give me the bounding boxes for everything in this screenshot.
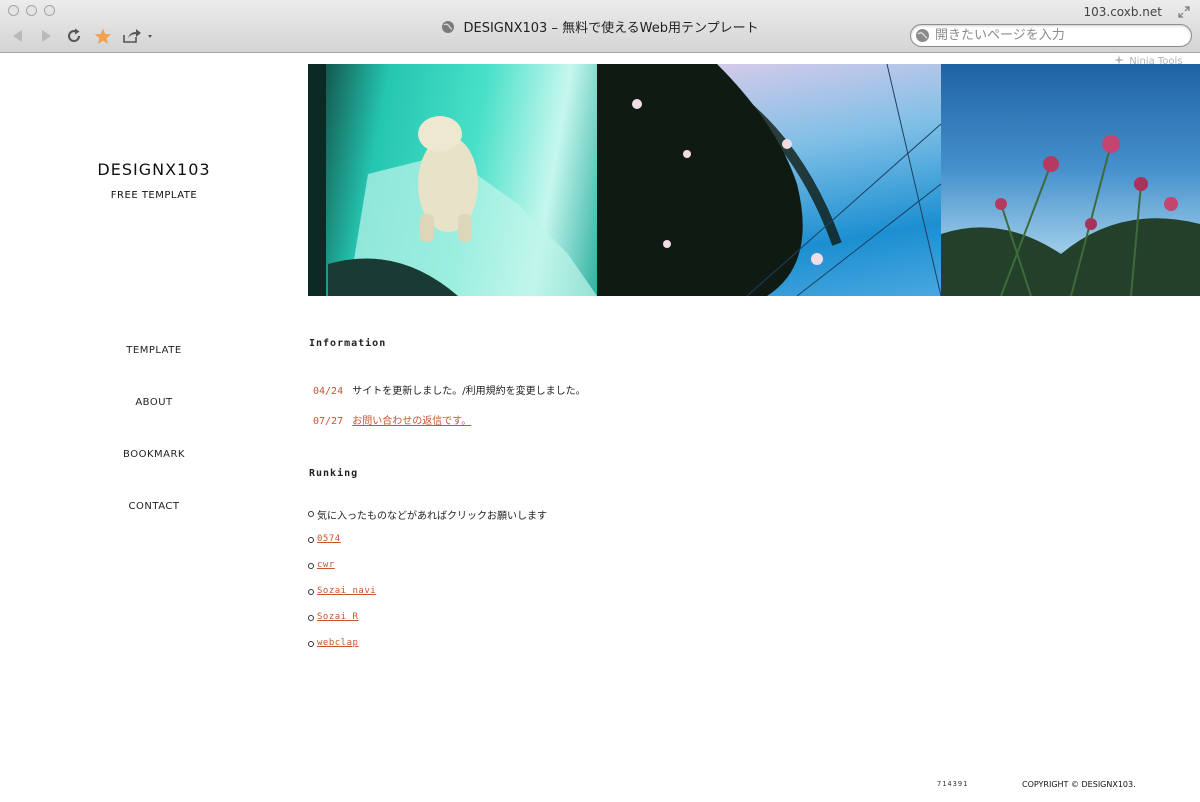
list-item: 気に入ったものなどがあればクリックお願いします: [308, 507, 547, 533]
list-item: 0574: [308, 533, 547, 559]
close-window-button[interactable]: [8, 5, 19, 16]
site-tagline: FREE TEMPLATE: [110, 190, 198, 201]
back-arrow-icon[interactable]: [10, 28, 26, 44]
nav-template[interactable]: TEMPLATE: [0, 345, 308, 397]
bookmark-star-icon[interactable]: [94, 28, 112, 45]
fullscreen-icon[interactable]: [1178, 6, 1190, 18]
ranking-link-sozai-r[interactable]: Sozai R: [317, 612, 358, 622]
zoom-window-button[interactable]: [44, 5, 55, 16]
share-icon[interactable]: [122, 28, 154, 44]
information-heading: Information: [309, 338, 387, 349]
globe-icon: [916, 29, 929, 42]
nav-bookmark[interactable]: BOOKMARK: [0, 449, 308, 501]
reload-icon[interactable]: [66, 28, 82, 44]
copyright-text: COPYRIGHT © DESIGNX103.: [1022, 780, 1136, 789]
list-item: Sozai navi: [308, 585, 547, 611]
tree-photo: [597, 64, 941, 296]
globe-icon: [442, 21, 455, 33]
list-item: cwr: [308, 559, 547, 585]
ranking-link-cwr[interactable]: cwr: [317, 560, 335, 570]
hero-image-polar-bear: [308, 64, 597, 296]
news-date: 04/24: [313, 386, 344, 397]
list-item: webclap: [308, 637, 547, 663]
window-controls: [8, 5, 55, 16]
minimize-window-button[interactable]: [26, 5, 37, 16]
hero-image-tree: [597, 64, 941, 296]
nav-about[interactable]: ABOUT: [0, 397, 308, 449]
news-link[interactable]: お問い合わせの返信です。: [352, 416, 471, 427]
nav-contact[interactable]: CONTACT: [0, 501, 308, 553]
global-navigation: TEMPLATE ABOUT BOOKMARK CONTACT: [0, 345, 308, 553]
address-input[interactable]: [935, 27, 1185, 44]
ranking-heading: Runking: [309, 468, 359, 479]
news-item: 07/27 お問い合わせの返信です。: [313, 412, 471, 427]
ranking-link-webclap[interactable]: webclap: [317, 638, 358, 648]
forward-arrow-icon[interactable]: [38, 28, 54, 44]
ranking-link-sozai-navi[interactable]: Sozai navi: [317, 586, 376, 596]
hero-image-cosmos: [941, 64, 1200, 296]
cosmos-photo: [941, 135, 1200, 296]
hero-images: [308, 64, 1200, 296]
address-bar[interactable]: [910, 24, 1192, 47]
site-logo[interactable]: DESIGNX103: [0, 160, 308, 179]
access-counter: 714391: [937, 780, 969, 788]
polar-bear-photo: [308, 64, 597, 296]
news-date: 07/27: [313, 416, 344, 427]
domain-label: 103.coxb.net: [1083, 5, 1162, 19]
ranking-intro: 気に入ったものなどがあればクリックお願いします: [317, 511, 547, 522]
window-title-text: DESIGNX103 – 無料で使えるWeb用テンプレート: [463, 21, 759, 36]
list-item: Sozai R: [308, 611, 547, 637]
news-text: サイトを更新しました。/利用規約を変更しました。: [352, 386, 586, 397]
ranking-list: 気に入ったものなどがあればクリックお願いします 0574 cwr Sozai n…: [308, 507, 547, 663]
news-item: 04/24 サイトを更新しました。/利用規約を変更しました。: [313, 382, 586, 397]
browser-toolbar: DESIGNX103 – 無料で使えるWeb用テンプレート 103.coxb.n…: [0, 0, 1200, 53]
ranking-link-0574[interactable]: 0574: [317, 534, 341, 544]
